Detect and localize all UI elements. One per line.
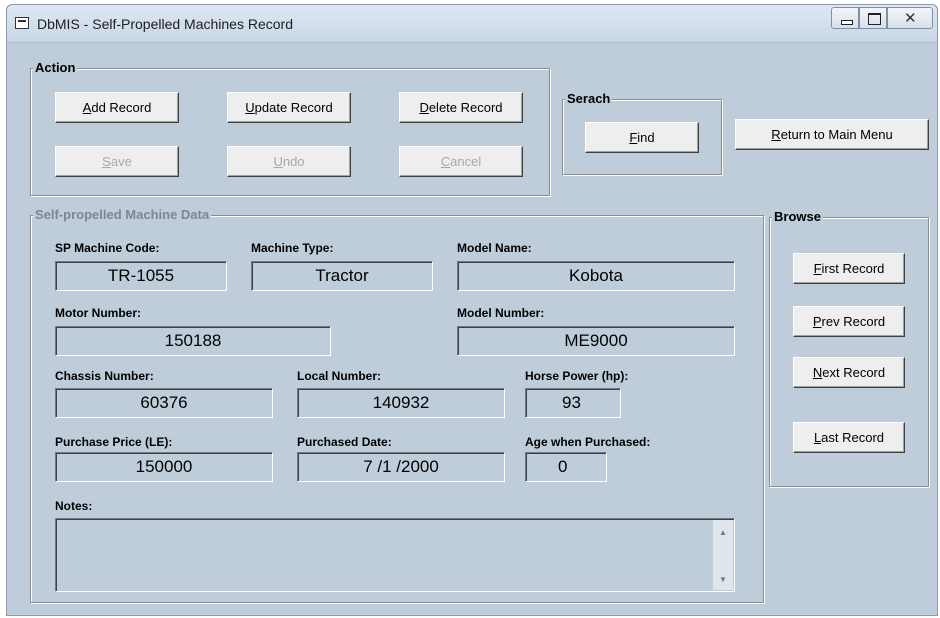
first-record-button[interactable]: First Record	[793, 253, 905, 284]
machine-type-label: Machine Type:	[251, 241, 334, 255]
maximize-icon[interactable]	[859, 7, 887, 29]
find-button[interactable]: Find	[585, 122, 699, 153]
return-to-main-menu-button[interactable]: Return to Main Menu	[735, 119, 929, 150]
sp-code-label: SP Machine Code:	[55, 241, 160, 255]
machine-data-group: Self-propelled Machine Data SP Machine C…	[30, 207, 764, 603]
purchased-date-label: Purchased Date:	[297, 435, 392, 449]
app-window: DbMIS - Self-Propelled Machines Record ✕…	[6, 4, 938, 616]
undo-button[interactable]: Undo	[227, 146, 351, 177]
action-group: Action Add Record Update Record Delete R…	[30, 60, 550, 196]
model-number-field[interactable]: ME9000	[457, 326, 735, 356]
delete-record-button[interactable]: Delete Record	[399, 92, 523, 123]
machine-data-group-label: Self-propelled Machine Data	[33, 207, 212, 222]
browse-group: Browse First Record Prev Record Next Rec…	[769, 209, 929, 487]
save-button[interactable]: Save	[55, 146, 179, 177]
next-record-button[interactable]: Next Record	[793, 357, 905, 388]
horse-power-field[interactable]: 93	[525, 388, 621, 418]
action-group-label: Action	[33, 60, 78, 75]
purchased-date-field[interactable]: 7 /1 /2000	[297, 452, 505, 482]
local-number-label: Local Number:	[297, 369, 382, 383]
update-record-button[interactable]: Update Record	[227, 92, 351, 123]
motor-number-field[interactable]: 150188	[55, 326, 331, 356]
browse-group-label: Browse	[772, 209, 823, 224]
cancel-button[interactable]: Cancel	[399, 146, 523, 177]
notes-textarea[interactable]: ▲ ▼	[55, 518, 735, 592]
add-record-button[interactable]: Add Record	[55, 92, 179, 123]
app-icon	[15, 17, 29, 29]
notes-label: Notes:	[55, 499, 93, 513]
last-record-button[interactable]: Last Record	[793, 422, 905, 453]
model-number-label: Model Number:	[457, 306, 545, 320]
window-title: DbMIS - Self-Propelled Machines Record	[37, 16, 293, 32]
local-number-field[interactable]: 140932	[297, 388, 505, 418]
chassis-number-label: Chassis Number:	[55, 369, 154, 383]
sp-code-field[interactable]: TR-1055	[55, 261, 227, 291]
machine-type-field[interactable]: Tractor	[251, 261, 433, 291]
title-bar: DbMIS - Self-Propelled Machines Record ✕	[7, 5, 937, 43]
model-name-field[interactable]: Kobota	[457, 261, 735, 291]
prev-record-button[interactable]: Prev Record	[793, 306, 905, 337]
notes-scrollbar[interactable]: ▲ ▼	[713, 520, 733, 590]
chassis-number-field[interactable]: 60376	[55, 388, 273, 418]
scroll-up-icon[interactable]: ▲	[719, 528, 727, 537]
purchase-price-field[interactable]: 150000	[55, 452, 273, 482]
minimize-icon[interactable]	[831, 7, 859, 29]
search-group-label: Serach	[565, 91, 613, 106]
scroll-down-icon[interactable]: ▼	[719, 575, 727, 584]
age-purchased-label: Age when Purchased:	[525, 435, 651, 449]
purchase-price-label: Purchase Price (LE):	[55, 435, 173, 449]
search-group: Serach Find	[562, 91, 722, 175]
model-name-label: Model Name:	[457, 241, 532, 255]
close-icon[interactable]: ✕	[887, 7, 933, 29]
horse-power-label: Horse Power (hp):	[525, 369, 629, 383]
age-purchased-field[interactable]: 0	[525, 452, 607, 482]
motor-number-label: Motor Number:	[55, 306, 141, 320]
